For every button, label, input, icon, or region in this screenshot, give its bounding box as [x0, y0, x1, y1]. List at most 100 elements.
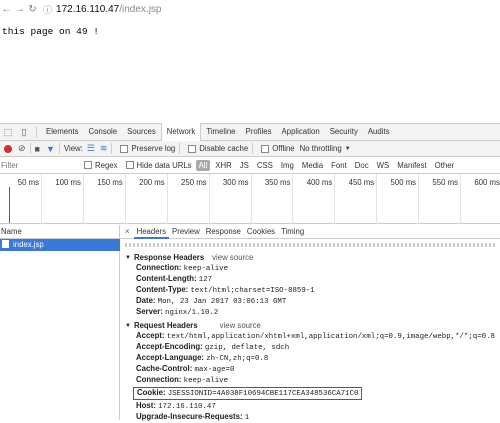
offline-checkbox[interactable]	[261, 144, 270, 153]
filter-type-font[interactable]: Font	[328, 160, 350, 171]
header-value: text/html,application/xhtml+xml,applicat…	[166, 333, 495, 341]
header-name: Cookie:	[137, 388, 166, 397]
detail-tab-cookies[interactable]: Cookies	[244, 225, 278, 239]
network-overview: 50 ms 100 ms 150 ms 200 ms 250 ms 300 ms 350 m…	[0, 174, 500, 224]
url-host: 172.16.110.47	[56, 3, 120, 15]
detail-tab-response[interactable]: Response	[203, 225, 244, 239]
timeline-tick-label: 400 ms	[306, 178, 333, 187]
header-name: Server:	[136, 307, 163, 316]
url-field[interactable]: ⓘ 172.16.110.47/index.jsp	[43, 3, 161, 16]
detail-tab-timing[interactable]: Timing	[278, 225, 307, 239]
response-headers-title[interactable]: ▼ Response Headers view source	[125, 253, 315, 262]
detail-tabs: × Headers Preview Response Cookies Timing	[121, 225, 500, 239]
filter-type-ws[interactable]: WS	[374, 160, 393, 171]
header-value: zh-CN,zh;q=0.8	[206, 355, 269, 363]
header-row: Upgrade-Insecure-Requests: 1	[136, 412, 495, 423]
hide-data-urls-label: Hide data URLs	[136, 160, 192, 170]
tab-timeline[interactable]: Timeline	[201, 123, 240, 140]
filter-type-xhr[interactable]: XHR	[212, 160, 234, 171]
view-label: View:	[63, 144, 83, 153]
header-name: Upgrade-Insecure-Requests:	[136, 412, 243, 421]
divider	[58, 143, 60, 154]
tab-application[interactable]: Application	[277, 123, 325, 140]
url-path: /index.jsp	[119, 3, 162, 15]
hide-data-urls-checkbox[interactable]	[125, 161, 134, 169]
chevron-down-icon[interactable]: ▼	[345, 146, 351, 152]
tab-console[interactable]: Console	[84, 123, 123, 140]
info-icon[interactable]: ⓘ	[43, 3, 52, 16]
tab-profiles[interactable]: Profiles	[241, 123, 277, 140]
filter-type-all[interactable]: All	[195, 159, 211, 171]
header-name: Content-Type:	[136, 285, 189, 294]
devtools-tabs: Elements Console Sources Network Timeline Pro…	[41, 123, 395, 141]
back-icon[interactable]: ←	[0, 4, 13, 15]
overview-icon[interactable]: ≋	[100, 143, 108, 154]
header-name: Connection:	[136, 375, 182, 384]
header-name: Accept:	[136, 331, 165, 340]
timeline-tick-label: 450 ms	[348, 178, 375, 187]
header-value: keep-alive	[183, 377, 229, 385]
timeline-tick-label: 600 ms	[474, 178, 500, 187]
header-row: Accept-Encoding: gzip, deflate, sdch	[136, 342, 495, 353]
page-content-text: this page on 49 !	[2, 26, 99, 37]
camera-icon[interactable]: ■	[35, 144, 40, 154]
clear-icon[interactable]: ⊘	[18, 143, 26, 154]
timeline-tick-label: 500 ms	[390, 178, 417, 187]
close-icon[interactable]: ×	[121, 227, 134, 236]
header-row: Connection: keep-alive	[136, 375, 495, 386]
preserve-log-label: Preserve log	[131, 144, 176, 153]
tab-network[interactable]: Network	[160, 123, 202, 141]
timeline-tick-label: 150 ms	[97, 178, 123, 187]
filter-input[interactable]	[0, 158, 80, 172]
device-toggle-icon[interactable]: ▯	[16, 124, 32, 141]
divider	[111, 143, 113, 154]
view-source-link[interactable]: view source	[212, 253, 253, 262]
header-row: Cache-Control: max-age=0	[136, 364, 495, 375]
disable-cache-checkbox[interactable]	[188, 144, 197, 153]
header-value: 1	[244, 414, 250, 422]
tab-security[interactable]: Security	[325, 123, 363, 140]
detail-tab-preview[interactable]: Preview	[169, 225, 203, 239]
header-value: 172.16.110.47	[158, 403, 216, 411]
header-row: Content-Type: text/html;charset=ISO-8859…	[136, 285, 315, 296]
disable-cache-label: Disable cache	[199, 144, 249, 153]
filter-type-doc[interactable]: Doc	[352, 160, 372, 171]
record-icon[interactable]	[4, 144, 12, 153]
filter-type-other[interactable]: Other	[432, 160, 458, 171]
tab-elements[interactable]: Elements	[41, 123, 84, 140]
name-column-header[interactable]: Name	[0, 224, 120, 239]
filter-type-css[interactable]: CSS	[254, 160, 276, 171]
resource-type-filters: All XHR JS CSS Img Media Font Doc WS Manifest Othe…	[195, 159, 459, 171]
request-name: index.jsp	[13, 240, 44, 249]
request-headers-title[interactable]: ▼ Request Headers view source	[125, 321, 495, 330]
response-headers-label: Response Headers	[133, 253, 205, 262]
filter-type-js[interactable]: JS	[237, 160, 252, 171]
header-value: Mon, 23 Jan 2017 03:06:13 GMT	[157, 298, 287, 306]
detail-tab-headers[interactable]: Headers	[133, 225, 170, 239]
devtools-panel: ⬚ ▯ Elements Console Sources Network Timelin…	[0, 123, 500, 422]
inspect-icon[interactable]: ⬚	[0, 124, 16, 141]
forward-icon[interactable]: →	[13, 4, 26, 15]
timeline-tick-label: 200 ms	[139, 178, 165, 187]
cookie-header-highlight: Cookie: JSESSIONID=4A038F10694CBE117CEA3…	[133, 387, 363, 400]
preserve-log-checkbox[interactable]	[120, 144, 129, 153]
header-row: Accept: text/html,application/xhtml+xml,…	[136, 331, 495, 342]
reload-icon[interactable]: ↻	[26, 4, 39, 15]
divider	[36, 126, 37, 138]
address-bar: ← → ↻ ⓘ 172.16.110.47/index.jsp	[0, 0, 500, 18]
tab-audits[interactable]: Audits	[363, 123, 395, 140]
large-rows-icon[interactable]: ☰	[87, 143, 95, 154]
request-row[interactable]: index.jsp	[0, 239, 120, 251]
regex-label: Regex	[95, 160, 118, 170]
regex-checkbox[interactable]	[84, 161, 92, 169]
tab-sources[interactable]: Sources	[122, 123, 161, 140]
timeline-tick-label: 300 ms	[222, 178, 249, 187]
filter-icon[interactable]: ▼	[46, 144, 55, 154]
filter-type-media[interactable]: Media	[299, 160, 326, 171]
header-name: Date:	[136, 296, 156, 305]
view-source-link[interactable]: view source	[220, 321, 261, 330]
timeline-tick-label: 100 ms	[55, 178, 81, 187]
filter-type-manifest[interactable]: Manifest	[394, 160, 429, 171]
filter-type-img[interactable]: Img	[278, 160, 297, 171]
throttling-select[interactable]: No throttling	[300, 144, 342, 153]
